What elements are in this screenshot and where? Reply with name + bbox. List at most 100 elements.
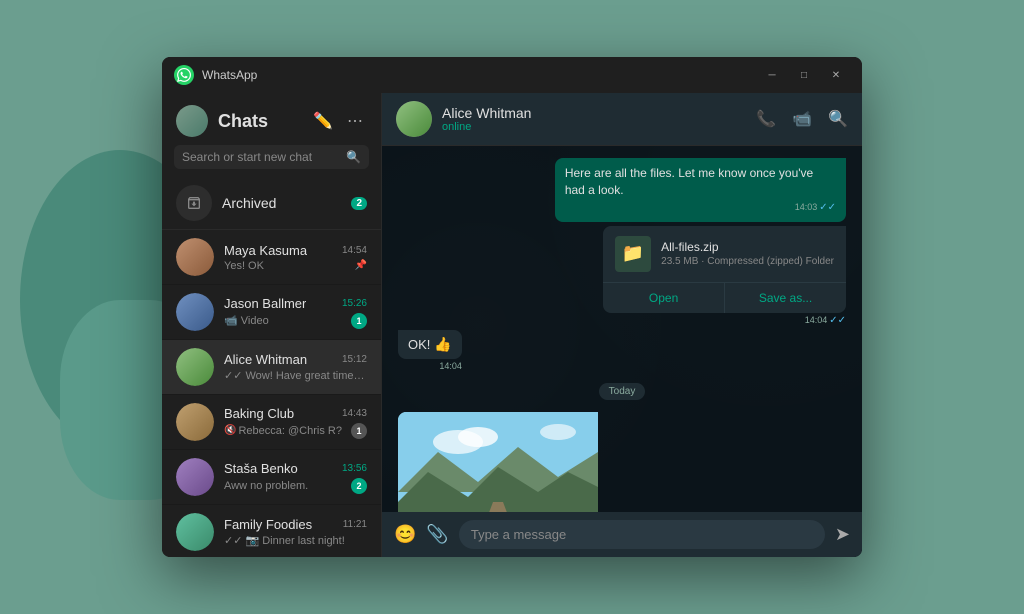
chat-item-maya[interactable]: Maya Kasuma 14:54 Yes! OK 📌 bbox=[162, 230, 381, 285]
avatar bbox=[176, 293, 214, 331]
read-receipt: ✓✓ bbox=[819, 201, 836, 215]
attach-button[interactable]: 📎 bbox=[426, 524, 448, 545]
archived-badge: 2 bbox=[351, 197, 367, 210]
chat-item-stasa[interactable]: Staša Benko 13:56 Aww no problem. 2 bbox=[162, 450, 381, 505]
new-chat-icon[interactable]: ✏️ bbox=[309, 109, 337, 133]
contact-info: Alice Whitman online bbox=[442, 105, 756, 133]
image-preview bbox=[398, 412, 598, 512]
mute-icon: 🔇 bbox=[224, 425, 236, 436]
chat-name: Staša Benko bbox=[224, 461, 298, 476]
chat-header-actions: 📞 📹 🔍 bbox=[756, 109, 848, 129]
ok-bubble: OK! 👍 bbox=[398, 330, 462, 359]
avatar bbox=[176, 458, 214, 496]
chat-info: Family Foodies 11:21 ✓✓ 📷 Dinner last ni… bbox=[224, 517, 367, 547]
close-button[interactable]: ✕ bbox=[822, 65, 850, 85]
contact-status: online bbox=[442, 121, 756, 133]
contact-name: Alice Whitman bbox=[442, 105, 756, 121]
unread-badge: 1 bbox=[351, 313, 367, 329]
file-details: All-files.zip 23.5 MB · Compressed (zipp… bbox=[661, 240, 834, 267]
title-bar: WhatsApp ─ □ ✕ bbox=[162, 57, 862, 93]
file-meta: 23.5 MB · Compressed (zipped) Folder bbox=[661, 256, 834, 267]
save-as-button[interactable]: Save as... bbox=[725, 283, 846, 313]
window-controls: ─ □ ✕ bbox=[758, 65, 850, 85]
chat-time: 11:21 bbox=[343, 519, 367, 530]
message-input[interactable] bbox=[459, 520, 825, 549]
archived-label: Archived bbox=[222, 195, 351, 211]
message-time: 14:04 bbox=[398, 361, 462, 371]
chat-info: Baking Club 14:43 🔇 Rebecca: @Chris R? 1 bbox=[224, 406, 367, 439]
file-icon: 📁 bbox=[615, 236, 651, 272]
search-bar[interactable]: 🔍 bbox=[174, 145, 369, 169]
unread-badge: 1 bbox=[351, 423, 367, 439]
chat-time: 15:12 bbox=[342, 354, 367, 365]
sidebar-header: Chats ✏️ ⋯ bbox=[162, 93, 381, 145]
search-messages-icon[interactable]: 🔍 bbox=[828, 109, 848, 129]
minimize-button[interactable]: ─ bbox=[758, 65, 786, 85]
sidebar-title: Chats bbox=[218, 111, 309, 132]
chat-preview: ✓✓ Wow! Have great time. Enjoy. bbox=[224, 369, 367, 382]
chat-item-alice[interactable]: Alice Whitman 15:12 ✓✓ Wow! Have great t… bbox=[162, 340, 381, 395]
app-window: WhatsApp ─ □ ✕ Chats ✏️ ⋯ 🔍 bbox=[162, 57, 862, 557]
send-button[interactable]: ➤ bbox=[835, 524, 850, 545]
input-area: 😊 📎 ➤ bbox=[382, 512, 862, 557]
app-title: WhatsApp bbox=[202, 68, 758, 82]
chat-preview: ✓✓ 📷 Dinner last night! bbox=[224, 534, 367, 547]
chat-item-jason[interactable]: Jason Ballmer 15:26 📹 Video 1 bbox=[162, 285, 381, 340]
chat-info: Alice Whitman 15:12 ✓✓ Wow! Have great t… bbox=[224, 352, 367, 382]
chat-window: Alice Whitman online 📞 📹 🔍 Here are all … bbox=[382, 93, 862, 557]
search-icon: 🔍 bbox=[346, 150, 361, 164]
chat-time: 13:56 bbox=[342, 463, 367, 474]
message-image-in: So beautiful here! 15:06 ❤️ bbox=[398, 412, 598, 512]
archived-item[interactable]: Archived 2 bbox=[162, 177, 381, 230]
file-actions: Open Save as... bbox=[603, 282, 846, 313]
chat-item-baking[interactable]: Baking Club 14:43 🔇 Rebecca: @Chris R? 1 bbox=[162, 395, 381, 450]
search-input[interactable] bbox=[182, 150, 346, 164]
avatar bbox=[176, 513, 214, 551]
ok-text: OK! bbox=[408, 337, 430, 352]
voice-call-icon[interactable]: 📞 bbox=[756, 109, 776, 129]
sidebar-actions: ✏️ ⋯ bbox=[309, 109, 367, 133]
file-bubble: 📁 All-files.zip 23.5 MB · Compressed (zi… bbox=[603, 226, 846, 313]
date-divider: Today bbox=[398, 383, 846, 400]
file-info: 📁 All-files.zip 23.5 MB · Compressed (zi… bbox=[603, 226, 846, 282]
main-content: Chats ✏️ ⋯ 🔍 Archived 2 bbox=[162, 93, 862, 557]
chat-name: Family Foodies bbox=[224, 517, 312, 532]
avatar bbox=[176, 238, 214, 276]
date-label: Today bbox=[599, 383, 646, 400]
archive-icon bbox=[176, 185, 212, 221]
emoji-button[interactable]: 😊 bbox=[394, 524, 416, 545]
user-avatar[interactable] bbox=[176, 105, 208, 137]
read-receipt: ✓✓ bbox=[829, 315, 846, 326]
chat-time: 14:54 bbox=[342, 245, 367, 256]
avatar bbox=[176, 403, 214, 441]
chat-info: Staša Benko 13:56 Aww no problem. 2 bbox=[224, 461, 367, 494]
chat-name: Baking Club bbox=[224, 406, 294, 421]
chat-info: Maya Kasuma 14:54 Yes! OK 📌 bbox=[224, 243, 367, 272]
app-logo bbox=[174, 65, 194, 85]
unread-badge: 2 bbox=[351, 478, 367, 494]
chat-list: Maya Kasuma 14:54 Yes! OK 📌 bbox=[162, 230, 381, 557]
chat-info: Jason Ballmer 15:26 📹 Video 1 bbox=[224, 296, 367, 329]
chat-preview: 📹 Video bbox=[224, 314, 347, 327]
chat-header: Alice Whitman online 📞 📹 🔍 bbox=[382, 93, 862, 146]
open-file-button[interactable]: Open bbox=[603, 283, 724, 313]
chat-item-family[interactable]: Family Foodies 11:21 ✓✓ 📷 Dinner last ni… bbox=[162, 505, 381, 557]
sidebar: Chats ✏️ ⋯ 🔍 Archived 2 bbox=[162, 93, 382, 557]
file-name: All-files.zip bbox=[661, 240, 834, 254]
image-bubble: So beautiful here! 15:06 bbox=[398, 412, 598, 512]
chat-time: 15:26 bbox=[342, 298, 367, 309]
messages-area: Here are all the files. Let me know once… bbox=[382, 146, 862, 512]
message-time: 14:03 ✓✓ bbox=[565, 201, 836, 215]
maximize-button[interactable]: □ bbox=[790, 65, 818, 85]
contact-avatar[interactable] bbox=[396, 101, 432, 137]
message-bubble: Here are all the files. Let me know once… bbox=[555, 158, 846, 222]
message-text: Here are all the files. Let me know once… bbox=[565, 166, 813, 197]
menu-icon[interactable]: ⋯ bbox=[343, 109, 367, 133]
video-call-icon[interactable]: 📹 bbox=[792, 109, 812, 129]
chat-name: Jason Ballmer bbox=[224, 296, 306, 311]
chat-name: Maya Kasuma bbox=[224, 243, 307, 258]
message-out: Here are all the files. Let me know once… bbox=[555, 158, 846, 222]
avatar bbox=[176, 348, 214, 386]
chat-name: Alice Whitman bbox=[224, 352, 307, 367]
ok-emoji: 👍 bbox=[434, 336, 451, 353]
